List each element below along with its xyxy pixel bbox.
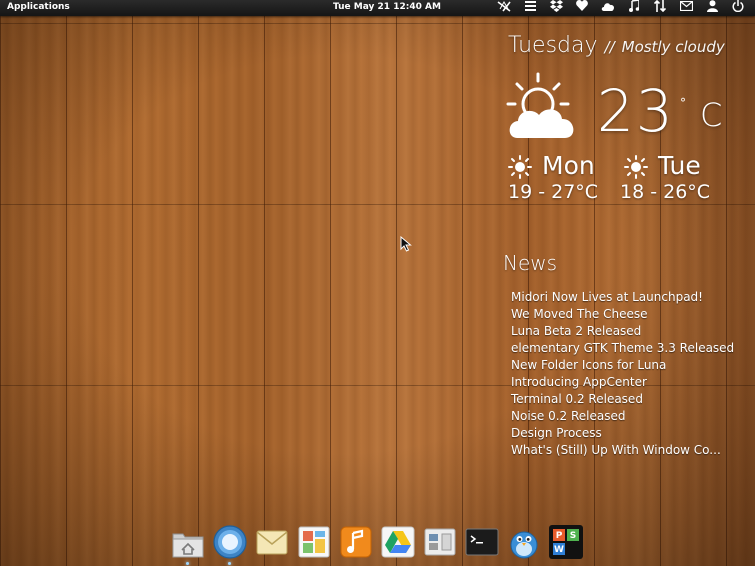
news-item[interactable]: Noise 0.2 Released [511, 408, 734, 425]
news-item[interactable]: Luna Beta 2 Released [511, 323, 734, 340]
weather-separator: // [604, 38, 615, 56]
files-icon[interactable] [170, 524, 206, 560]
forecast-day-name: Mon [542, 151, 595, 180]
partly-cloudy-icon [505, 72, 581, 142]
cloud-icon[interactable] [595, 0, 621, 16]
svg-text:P: P [556, 531, 563, 541]
news-item[interactable]: Introducing AppCenter [511, 374, 734, 391]
dock: P S W [170, 522, 588, 566]
weather-condition: Mostly cloudy [621, 38, 725, 56]
transfer-icon[interactable] [647, 0, 673, 17]
news-item[interactable]: What's (Still) Up With Window Co... [511, 442, 734, 459]
news-item[interactable]: We Moved The Cheese [511, 306, 734, 323]
drive-icon[interactable] [380, 524, 416, 560]
browser-icon[interactable] [212, 524, 248, 560]
office-icon[interactable]: P S W [548, 524, 584, 560]
weather-day-title: Tuesday // Mostly cloudy [508, 33, 725, 58]
mail-icon[interactable] [673, 0, 699, 16]
power-icon[interactable] [725, 0, 751, 17]
user-icon[interactable] [699, 0, 725, 17]
terminal-icon[interactable] [464, 524, 500, 560]
photos-icon[interactable] [296, 524, 332, 560]
network-icon[interactable] [491, 0, 517, 17]
sun-icon [508, 155, 532, 179]
current-temperature: 23 [597, 77, 675, 145]
news-item[interactable]: New Folder Icons for Luna [511, 357, 734, 374]
system-tray [491, 0, 751, 16]
news-item[interactable]: Design Process [511, 425, 734, 442]
heart-icon[interactable] [569, 0, 595, 16]
dropbox-icon[interactable] [543, 0, 569, 17]
news-item[interactable]: elementary GTK Theme 3.3 Released [511, 340, 734, 357]
weather-day: Tuesday [508, 33, 598, 58]
news-list: Midori Now Lives at Launchpad! We Moved … [511, 289, 734, 459]
forecast-range: 18 - 26°C [620, 181, 711, 203]
svg-text:W: W [554, 545, 564, 555]
settings-icon[interactable] [422, 524, 458, 560]
music-icon[interactable] [338, 524, 374, 560]
forecast-day-name: Tue [658, 151, 701, 180]
top-panel: Applications Tue May 21 12:40 AM [0, 0, 755, 16]
mouse-cursor-icon [400, 235, 412, 252]
clock[interactable]: Tue May 21 12:40 AM [333, 2, 441, 12]
mail-icon[interactable] [254, 524, 290, 560]
temperature-unit: C [700, 96, 723, 134]
birdie-icon[interactable] [506, 524, 542, 560]
menu-icon[interactable] [517, 0, 543, 16]
sun-icon [624, 155, 648, 179]
news-item[interactable]: Midori Now Lives at Launchpad! [511, 289, 734, 306]
forecast-range: 19 - 27°C [508, 181, 599, 203]
svg-text:S: S [570, 531, 576, 541]
degree-symbol: ° [680, 96, 686, 110]
running-indicator [228, 562, 231, 565]
news-item[interactable]: Terminal 0.2 Released [511, 391, 734, 408]
running-indicator [186, 562, 189, 565]
music-icon[interactable] [621, 0, 647, 17]
news-title: News [503, 251, 558, 275]
applications-menu[interactable]: Applications [7, 2, 70, 12]
